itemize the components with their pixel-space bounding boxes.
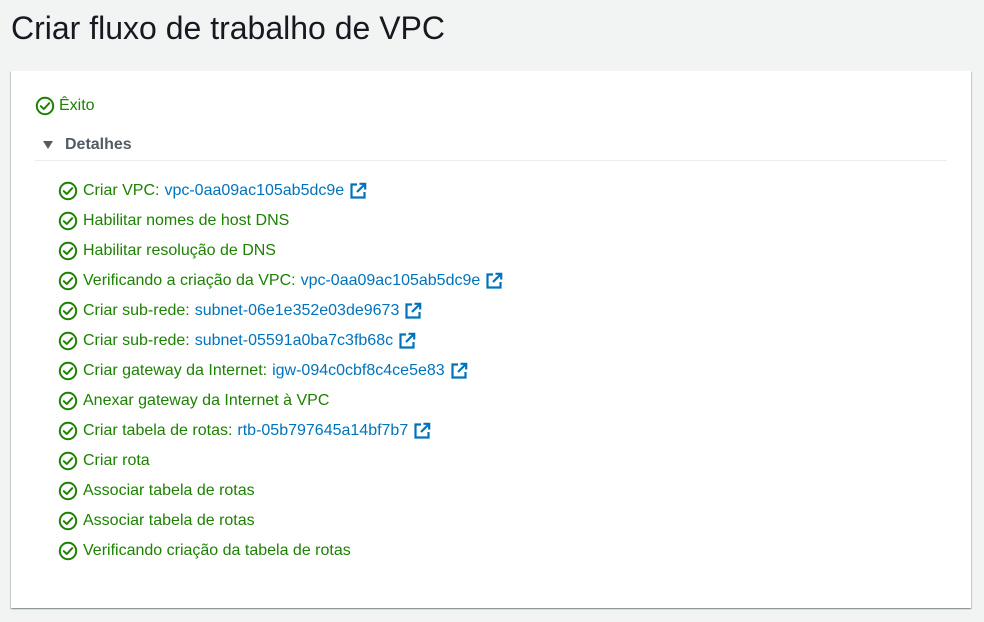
step-item: Criar VPC: vpc-0aa09ac105ab5dc9e bbox=[58, 176, 503, 206]
step-label: Criar sub-rede: bbox=[83, 302, 190, 319]
resource-link[interactable]: igw-094c0cbf8c4ce5e83 bbox=[272, 362, 445, 380]
step-item: Habilitar nomes de host DNS bbox=[58, 206, 503, 236]
caret-down-icon bbox=[35, 140, 61, 150]
external-link-icon[interactable] bbox=[450, 362, 468, 380]
details-label: Detalhes bbox=[65, 136, 132, 153]
check-circle-icon bbox=[58, 181, 78, 201]
external-link-icon[interactable] bbox=[485, 272, 503, 290]
step-label: Associar tabela de rotas bbox=[83, 482, 255, 499]
step-item: Associar tabela de rotas bbox=[58, 476, 503, 506]
details-toggle[interactable]: Detalhes bbox=[35, 130, 947, 161]
check-circle-icon bbox=[58, 211, 78, 231]
step-label: Criar gateway da Internet: bbox=[83, 362, 268, 379]
external-link-icon[interactable] bbox=[413, 422, 431, 440]
step-item: Criar tabela de rotas: rtb-05b797645a14bf… bbox=[58, 416, 503, 446]
check-circle-icon bbox=[58, 301, 78, 321]
step-label: Criar tabela de rotas: bbox=[83, 422, 233, 439]
step-item: Criar rota bbox=[58, 446, 503, 476]
step-label: Associar tabela de rotas bbox=[83, 512, 255, 529]
step-label: Criar VPC: bbox=[83, 182, 160, 199]
step-label: Anexar gateway da Internet à VPC bbox=[83, 392, 330, 409]
step-label: Verificando a criação da VPC: bbox=[83, 272, 296, 289]
check-circle-icon bbox=[58, 421, 78, 441]
step-label: Habilitar resolução de DNS bbox=[83, 242, 276, 259]
workflow-panel: Êxito Detalhes Criar VPC: vpc-0aa09ac105a… bbox=[11, 71, 971, 608]
resource-link[interactable]: rtb-05b797645a14bf7b7 bbox=[237, 422, 408, 440]
step-item: Criar sub-rede: subnet-06e1e352e03de9673 bbox=[58, 296, 503, 326]
check-circle-icon bbox=[58, 271, 78, 291]
resource-link[interactable]: vpc-0aa09ac105ab5dc9e bbox=[301, 272, 481, 290]
check-circle-icon bbox=[58, 391, 78, 411]
step-item: Criar sub-rede: subnet-05591a0ba7c3fb68c bbox=[58, 326, 503, 356]
status-label: Êxito bbox=[59, 97, 95, 114]
step-label: Criar sub-rede: bbox=[83, 332, 190, 349]
step-item: Verificando a criação da VPC: vpc-0aa09ac… bbox=[58, 266, 503, 296]
check-circle-icon bbox=[58, 361, 78, 381]
check-circle-icon bbox=[58, 541, 78, 561]
check-circle-icon bbox=[58, 481, 78, 501]
check-circle-icon bbox=[35, 96, 55, 116]
resource-link[interactable]: vpc-0aa09ac105ab5dc9e bbox=[164, 182, 344, 200]
check-circle-icon bbox=[58, 331, 78, 351]
step-label: Criar rota bbox=[83, 452, 150, 469]
resource-link[interactable]: subnet-05591a0ba7c3fb68c bbox=[195, 332, 393, 350]
step-label: Verificando criação da tabela de rotas bbox=[83, 542, 351, 559]
step-label: Habilitar nomes de host DNS bbox=[83, 212, 290, 229]
external-link-icon[interactable] bbox=[398, 332, 416, 350]
check-circle-icon bbox=[58, 451, 78, 471]
step-item: Habilitar resolução de DNS bbox=[58, 236, 503, 266]
status-indicator: Êxito bbox=[35, 95, 95, 117]
external-link-icon[interactable] bbox=[404, 302, 422, 320]
step-item: Anexar gateway da Internet à VPC bbox=[58, 386, 503, 416]
external-link-icon[interactable] bbox=[349, 182, 367, 200]
step-item: Associar tabela de rotas bbox=[58, 506, 503, 536]
step-item: Verificando criação da tabela de rotas bbox=[58, 536, 503, 566]
check-circle-icon bbox=[58, 241, 78, 261]
step-item: Criar gateway da Internet: igw-094c0cbf8c… bbox=[58, 356, 503, 386]
check-circle-icon bbox=[58, 511, 78, 531]
page-title: Criar fluxo de trabalho de VPC bbox=[11, 10, 445, 46]
resource-link[interactable]: subnet-06e1e352e03de9673 bbox=[195, 302, 400, 320]
steps-list: Criar VPC: vpc-0aa09ac105ab5dc9e Habilitar… bbox=[58, 176, 503, 566]
